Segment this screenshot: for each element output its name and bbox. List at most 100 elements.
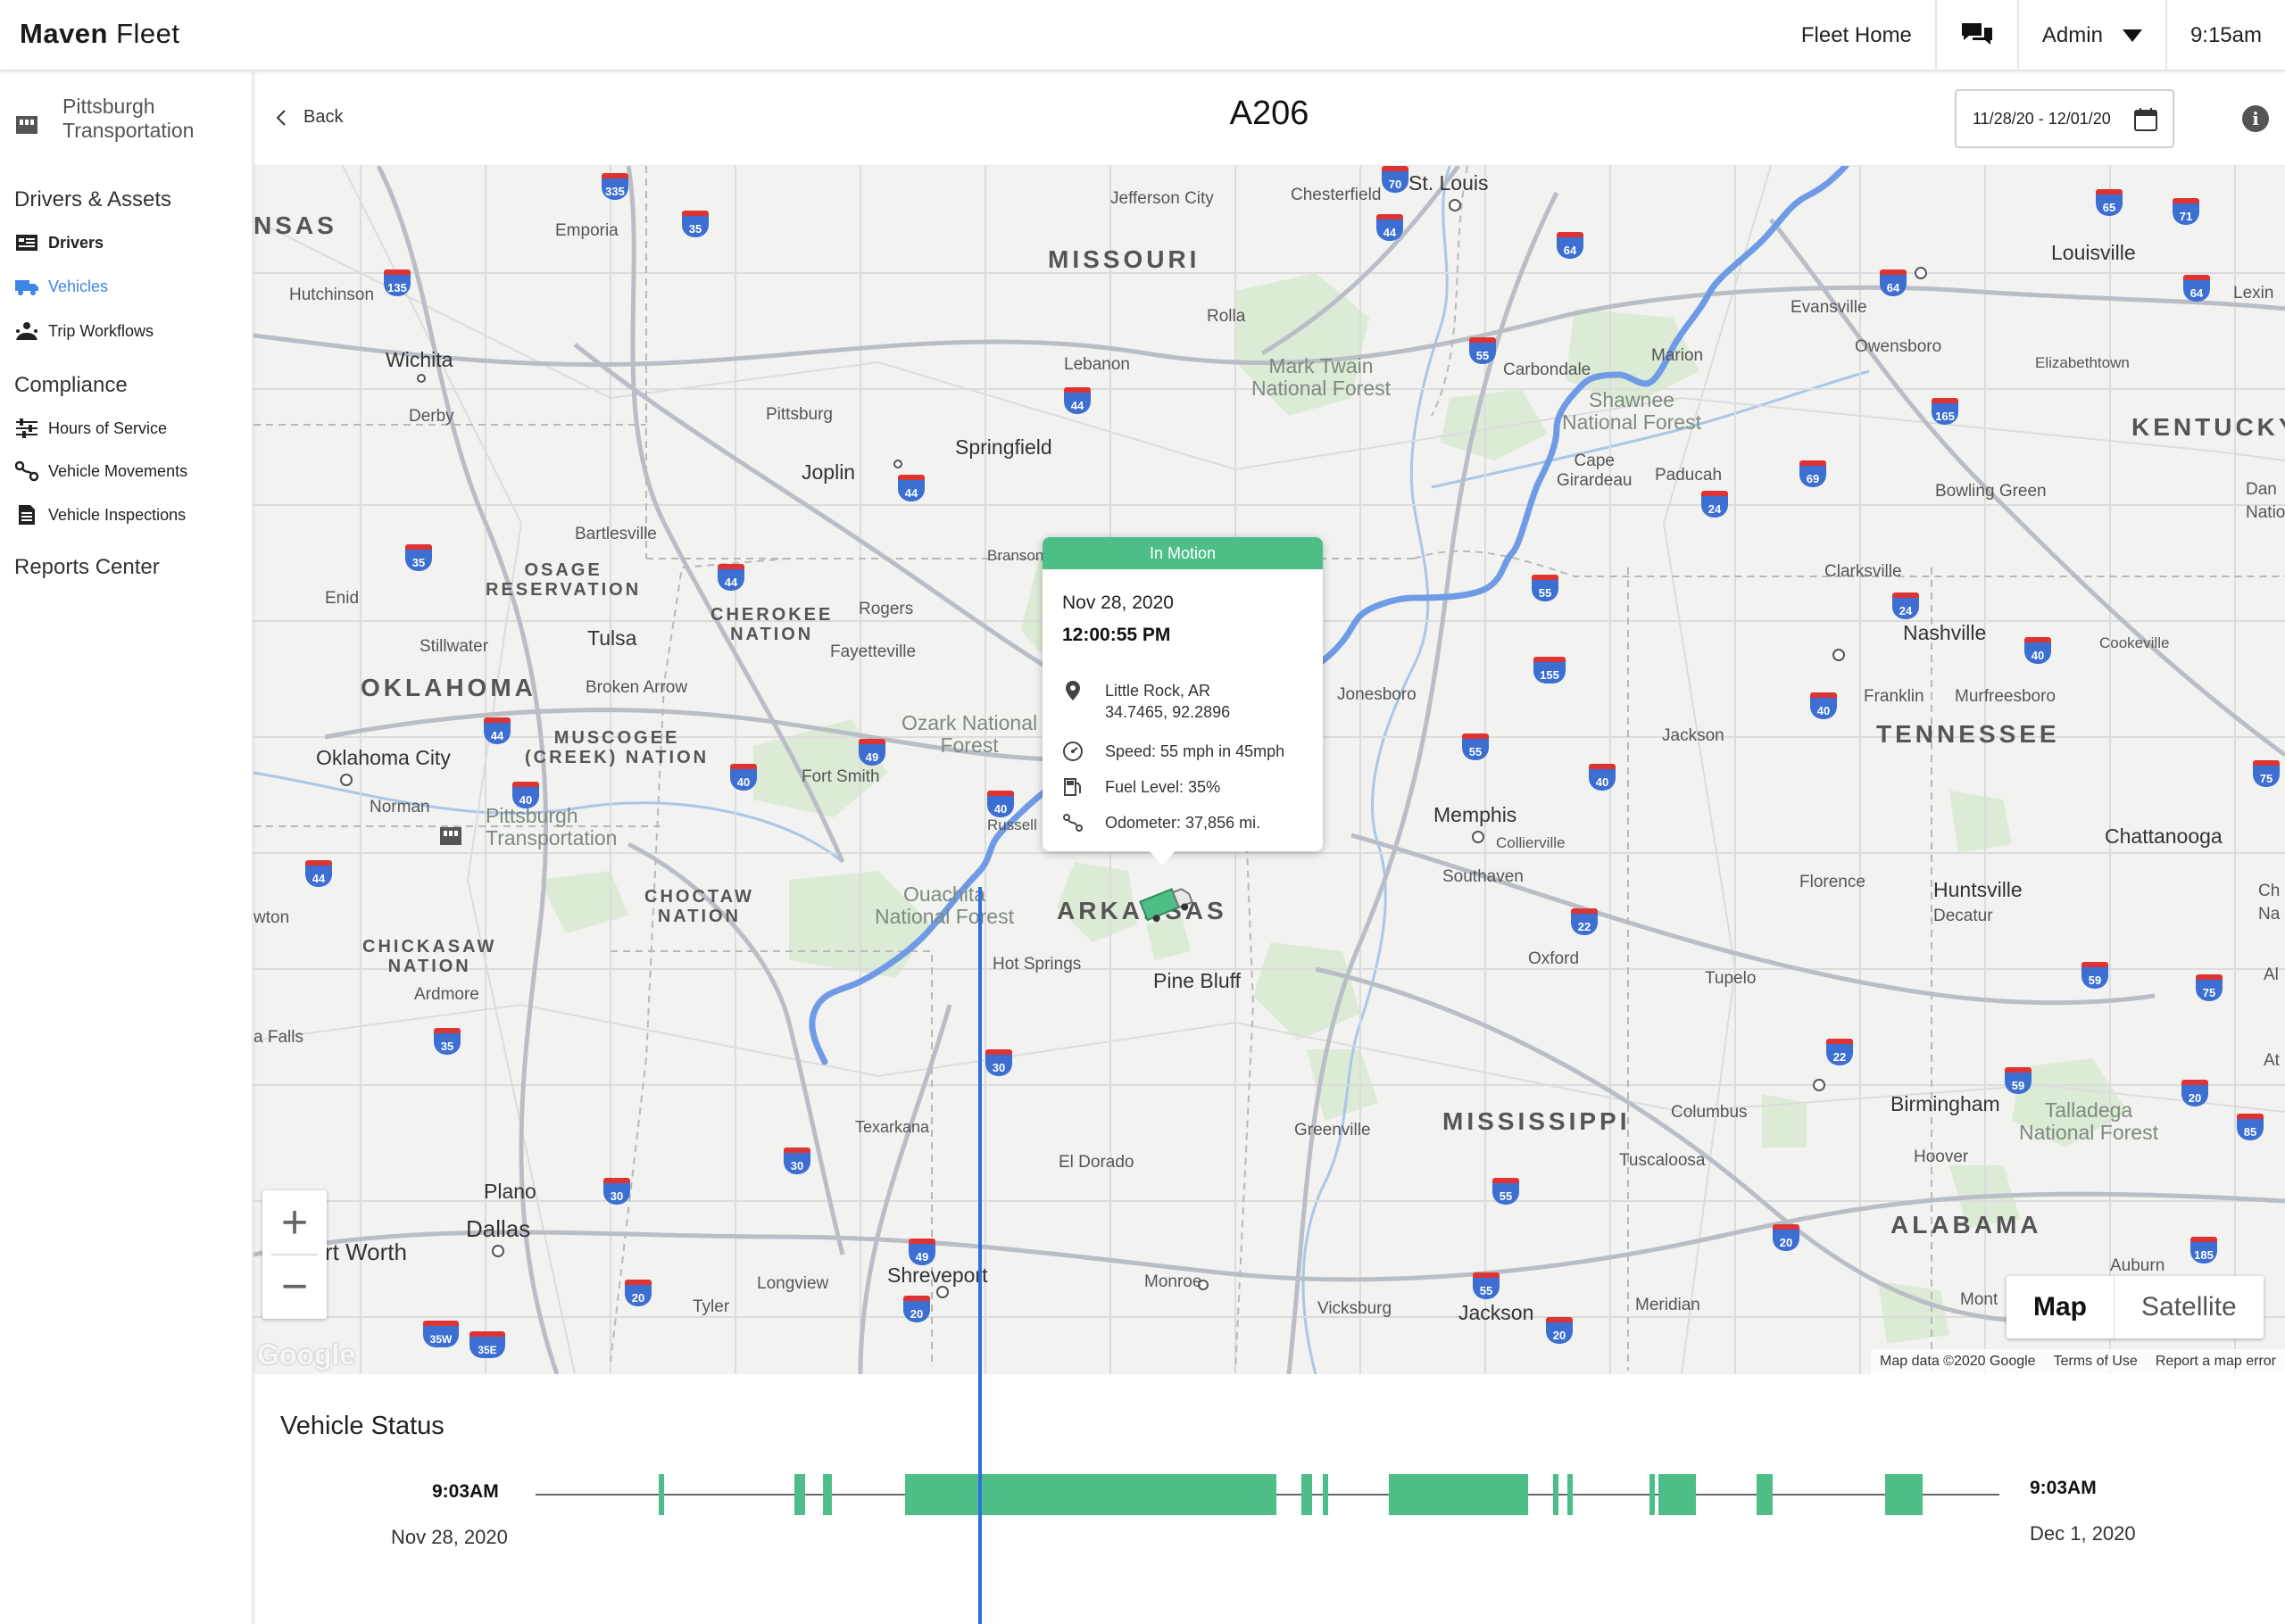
interstate-shield: 85	[2237, 1114, 2264, 1140]
map-label: Joplin	[802, 460, 856, 484]
interstate-shield: 20	[1546, 1317, 1573, 1344]
interstate-shield: 64	[2183, 275, 2210, 302]
timeline-segment[interactable]	[905, 1474, 1276, 1515]
back-button[interactable]: Back	[273, 107, 343, 128]
timeline-segment[interactable]	[1649, 1474, 1655, 1515]
timeline-segment[interactable]	[1567, 1474, 1573, 1515]
map-label: Lexin	[2233, 284, 2274, 302]
sidebar-item-vehicle-inspections[interactable]: Vehicle Inspections	[14, 501, 186, 529]
map-type-toggle: Map Satellite	[2007, 1276, 2264, 1338]
interstate-shield: 70	[1382, 166, 1408, 193]
map-type-satellite-button[interactable]: Satellite	[2114, 1276, 2264, 1338]
interstate-shield: 135	[384, 269, 411, 296]
timeline-segment[interactable]	[1757, 1474, 1773, 1515]
interstate-shield: 24	[1892, 592, 1919, 619]
map-label: Owensboro	[1855, 337, 1942, 356]
map-label: Ardmore	[414, 985, 479, 1004]
map-label: Evansville	[1791, 298, 1867, 317]
timeline-segment[interactable]	[823, 1474, 832, 1515]
interstate-shield: 69	[1799, 460, 1826, 487]
sidebar-item-drivers[interactable]: Drivers	[14, 228, 104, 257]
map-label: Clarksville	[1824, 562, 1902, 581]
report-map-error-link[interactable]: Report a map error	[2147, 1354, 2285, 1370]
map-label: Vicksburg	[1317, 1299, 1392, 1318]
interstate-shield: 40	[1589, 764, 1616, 791]
interstate-shield: 335	[602, 173, 628, 200]
map-label: Chesterfield	[1291, 186, 1382, 204]
fleet-home-link[interactable]: Fleet Home	[1778, 0, 1935, 71]
date-range-picker[interactable]: 11/28/20 - 12/01/20	[1955, 89, 2174, 148]
admin-menu[interactable]: Admin	[2016, 0, 2165, 71]
sidebar-item-vehicles[interactable]: Vehicles	[14, 272, 108, 301]
map-label: Birmingham	[1890, 1092, 2000, 1115]
terms-of-use-link[interactable]: Terms of Use	[2045, 1354, 2147, 1370]
map-label: Rolla	[1207, 307, 1246, 326]
timeline-segment[interactable]	[1553, 1474, 1558, 1515]
interstate-shield: 35	[405, 544, 432, 571]
interstate-shield: 35W	[423, 1321, 459, 1347]
map-label: Cookeville	[2099, 634, 2170, 651]
zoom-out-button[interactable]: −	[262, 1255, 327, 1319]
map-label: Ch Na	[2258, 882, 2281, 924]
map-label: Jackson	[1458, 1301, 1534, 1324]
timeline-segment[interactable]	[1885, 1474, 1923, 1515]
map-label: Cape Girardeau	[1557, 452, 1633, 490]
interstate-shield: 55	[1469, 337, 1496, 364]
map-label: Columbus	[1671, 1103, 1748, 1122]
map-label: Chattanooga	[2105, 824, 2223, 848]
timeline-segment[interactable]	[1301, 1474, 1312, 1515]
interstate-shield: 24	[1701, 491, 1728, 518]
org-switcher[interactable]: Pittsburgh Transportation	[14, 95, 194, 143]
timeline-segment[interactable]	[794, 1474, 805, 1515]
vehicle-status-panel: Vehicle Status 9:03AM Nov 28, 2020 9:03A…	[253, 887, 2285, 1624]
map-label: Rogers	[859, 600, 914, 618]
timeline-end-date: Dec 1, 2020	[2030, 1522, 2136, 1545]
map-label: Jonesboro	[1337, 685, 1417, 704]
chat-icon	[1961, 23, 1992, 45]
id-card-icon	[16, 235, 37, 251]
zoom-in-button[interactable]: +	[262, 1190, 327, 1255]
vehicle-marker-truck-icon[interactable]	[1137, 880, 1194, 926]
sidebar-item-reports-center[interactable]: Reports Center	[14, 555, 160, 580]
interstate-shield: 165	[1932, 398, 1958, 425]
sidebar-item-vehicle-movements[interactable]: Vehicle Movements	[14, 457, 187, 485]
map-label: Southaven	[1442, 867, 1524, 886]
map-label: OSAGE RESERVATION	[486, 560, 642, 600]
interstate-shield: 22	[1571, 908, 1598, 935]
interstate-shield: 44	[1064, 387, 1091, 414]
map-label: Marion	[1651, 346, 1704, 365]
timeline-segment[interactable]	[1658, 1474, 1696, 1515]
interstate-shield: 155	[1533, 657, 1566, 684]
map-label: Memphis	[1433, 803, 1517, 826]
timeline-start-time: 9:03AM	[432, 1481, 499, 1502]
app-logo[interactable]: Maven Fleet	[20, 18, 180, 50]
status-badge: In Motion	[1043, 537, 1323, 569]
org-name: Pittsburgh Transportation	[62, 95, 195, 142]
interstate-shield: 55	[1532, 575, 1558, 601]
top-nav: Fleet Home Admin 9:15am	[1778, 0, 2285, 71]
messages-button[interactable]	[1934, 0, 2017, 71]
timeline-segment[interactable]	[1389, 1474, 1528, 1515]
timeline-segment[interactable]	[659, 1474, 664, 1515]
map-type-map-button[interactable]: Map	[2007, 1276, 2114, 1338]
interstate-shield: 20	[2181, 1080, 2208, 1106]
caret-down-icon	[2122, 29, 2142, 42]
map-label: Norman	[370, 798, 430, 816]
interstate-shield: 40	[512, 782, 539, 808]
timeline-cursor[interactable]	[978, 887, 982, 1624]
map-attribution: Map data ©2020 Google Terms of Use Repor…	[1871, 1349, 2285, 1374]
map-label: a Falls	[253, 1028, 303, 1047]
map-label: MISSOURI	[1048, 245, 1201, 273]
map-label: Elizabethtown	[2035, 354, 2130, 371]
sidebar-item-hours-of-service[interactable]: Hours of Service	[14, 414, 167, 443]
map-label: OKLAHOMA	[361, 674, 536, 701]
workflow-icon	[16, 322, 37, 340]
map-view[interactable]: St. Louis Jefferson City Chesterfield MI…	[253, 166, 2285, 1374]
map-label: Hot Springs	[993, 955, 1082, 974]
map-label: Enid	[325, 589, 360, 608]
map-label: Monroe	[1144, 1272, 1202, 1291]
sidebar-item-trip-workflows[interactable]: Trip Workflows	[14, 317, 154, 345]
info-icon[interactable]: i	[2242, 105, 2269, 132]
timeline-segment[interactable]	[1323, 1474, 1328, 1515]
top-bar: Maven Fleet Fleet Home Admin 9:15am	[0, 0, 2285, 71]
